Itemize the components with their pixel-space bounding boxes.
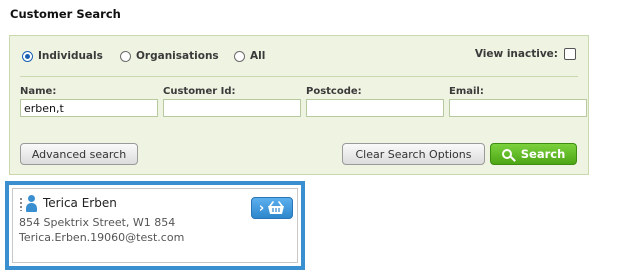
email-field-group: Email: [449, 86, 587, 117]
radio-all-label: All [250, 50, 266, 62]
basket-icon [268, 201, 285, 214]
customer-address: 854 Spektrix Street, W1 854 [19, 216, 176, 229]
customer-name: Terica Erben [43, 196, 117, 210]
radio-selected-icon [22, 50, 33, 62]
email-input[interactable] [449, 99, 587, 117]
radio-all[interactable]: All [234, 50, 265, 62]
search-button-label: Search [520, 147, 566, 161]
drag-handle-icon[interactable] [19, 197, 23, 211]
search-panel: Individuals Organisations All View inact… [9, 35, 589, 175]
radio-individuals-label: Individuals [38, 50, 103, 62]
postcode-label: Postcode: [306, 86, 362, 97]
radio-organisations-label: Organisations [136, 50, 219, 62]
postcode-field-group: Postcode: [306, 86, 444, 117]
customer-id-input[interactable] [163, 99, 301, 117]
add-to-basket-button[interactable]: › [251, 197, 293, 219]
customer-id-label: Customer Id: [163, 86, 236, 97]
view-inactive-toggle: View inactive: [475, 48, 576, 60]
customer-id-field-group: Customer Id: [163, 86, 301, 117]
name-field-group: Name: erben,t [20, 86, 158, 117]
divider [20, 76, 578, 77]
name-label: Name: [20, 86, 57, 97]
clear-search-options-button[interactable]: Clear Search Options [342, 143, 485, 165]
view-inactive-checkbox[interactable] [564, 48, 576, 60]
page-title: Customer Search [10, 7, 121, 21]
customer-result-card[interactable]: Terica Erben 854 Spektrix Street, W1 854… [12, 188, 298, 263]
postcode-input[interactable] [306, 99, 444, 117]
radio-organisations[interactable]: Organisations [120, 50, 219, 62]
person-icon [26, 195, 37, 212]
selected-result-highlight: Terica Erben 854 Spektrix Street, W1 854… [5, 181, 305, 270]
search-button[interactable]: Search [490, 143, 577, 165]
customer-email: Terica.Erben.19060@test.com [19, 231, 185, 244]
chevron-right-icon: › [258, 200, 265, 216]
radio-individuals[interactable]: Individuals [22, 50, 103, 62]
name-input[interactable]: erben,t [20, 99, 158, 117]
advanced-search-button[interactable]: Advanced search [20, 143, 138, 165]
view-inactive-label: View inactive: [474, 48, 558, 60]
email-label: Email: [449, 86, 484, 97]
radio-unselected-icon [120, 50, 131, 62]
radio-unselected-icon [234, 50, 245, 62]
search-icon [501, 149, 512, 159]
